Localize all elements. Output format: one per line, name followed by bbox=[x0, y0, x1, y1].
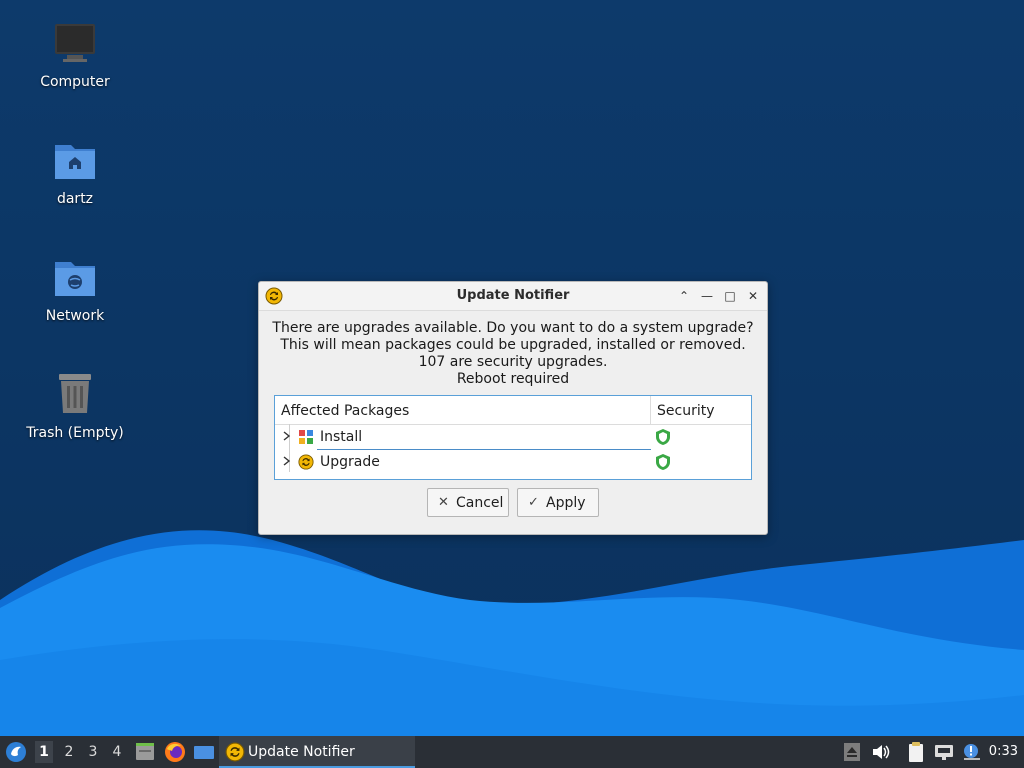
checkmark-icon: ✓ bbox=[528, 495, 539, 510]
update-notifier-dialog: Update Notifier ⌃ — □ ✕ There are upgrad… bbox=[258, 281, 768, 535]
clipboard-icon[interactable] bbox=[906, 741, 926, 763]
firefox-icon[interactable] bbox=[164, 741, 186, 763]
keep-above-button[interactable]: ⌃ bbox=[676, 288, 692, 304]
column-header-security[interactable]: Security bbox=[657, 403, 715, 419]
cancel-button[interactable]: ✕ Cancel bbox=[427, 488, 509, 517]
trash-icon bbox=[51, 371, 99, 419]
desktop-icon-label: Network bbox=[45, 308, 105, 324]
workspace-1[interactable]: 1 bbox=[35, 741, 53, 763]
network-wired-icon[interactable] bbox=[933, 742, 955, 762]
computer-icon bbox=[51, 20, 99, 68]
update-notifier-icon bbox=[225, 742, 245, 762]
clock[interactable]: 0:33 bbox=[989, 744, 1018, 759]
desktop-icon-label: Trash (Empty) bbox=[26, 425, 124, 441]
tree-row-install[interactable]: Install bbox=[275, 425, 751, 450]
desktop-icon-home[interactable]: dartz bbox=[10, 137, 140, 207]
cancel-label: Cancel bbox=[456, 495, 504, 511]
workspace-4[interactable]: 4 bbox=[109, 744, 125, 760]
network-folder-icon bbox=[51, 254, 99, 302]
tree-header: Affected Packages Security bbox=[275, 396, 751, 425]
row-label: Install bbox=[320, 429, 363, 445]
shield-icon bbox=[656, 454, 670, 470]
message-line: Reboot required bbox=[456, 371, 570, 387]
affected-packages-tree[interactable]: Affected Packages Security Install Upgra… bbox=[274, 395, 752, 480]
show-desktop-icon[interactable] bbox=[193, 741, 215, 763]
minimize-button[interactable]: — bbox=[699, 288, 715, 304]
cancel-icon: ✕ bbox=[438, 495, 449, 510]
chevron-right-icon[interactable] bbox=[281, 429, 293, 443]
chevron-right-icon[interactable] bbox=[281, 454, 293, 468]
maximize-button[interactable]: □ bbox=[722, 288, 738, 304]
notification-icon[interactable] bbox=[961, 741, 983, 763]
apply-button[interactable]: ✓ Apply bbox=[517, 488, 599, 517]
apply-label: Apply bbox=[546, 495, 586, 511]
shield-icon bbox=[656, 429, 670, 445]
desktop-icon-label: Computer bbox=[40, 74, 110, 90]
volume-icon[interactable] bbox=[871, 743, 891, 761]
taskbar: 1 2 3 4 Update Notifier 0:33 bbox=[0, 736, 1024, 768]
home-folder-icon bbox=[51, 137, 99, 185]
task-label: Update Notifier bbox=[248, 744, 355, 760]
row-label: Upgrade bbox=[320, 454, 380, 470]
file-manager-icon[interactable] bbox=[134, 741, 156, 763]
desktop-icon-computer[interactable]: Computer bbox=[10, 20, 140, 90]
start-menu-icon[interactable] bbox=[5, 741, 27, 763]
dialog-message: There are upgrades available. Do you wan… bbox=[259, 320, 767, 388]
install-package-icon bbox=[299, 430, 313, 444]
message-line: This will mean packages could be upgrade… bbox=[280, 337, 746, 353]
close-button[interactable]: ✕ bbox=[745, 288, 761, 304]
taskbar-task-update-notifier[interactable]: Update Notifier bbox=[219, 736, 415, 768]
message-line: 107 are security upgrades. bbox=[418, 354, 608, 370]
desktop-icon-label: dartz bbox=[56, 191, 94, 207]
column-header-packages[interactable]: Affected Packages bbox=[281, 403, 409, 419]
workspace-3[interactable]: 3 bbox=[85, 744, 101, 760]
workspace-2[interactable]: 2 bbox=[61, 744, 77, 760]
message-line: There are upgrades available. Do you wan… bbox=[272, 320, 754, 336]
upgrade-package-icon bbox=[298, 454, 314, 470]
dialog-titlebar[interactable]: Update Notifier ⌃ — □ ✕ bbox=[259, 282, 767, 311]
column-divider bbox=[650, 396, 651, 424]
tree-row-upgrade[interactable]: Upgrade bbox=[275, 450, 751, 474]
desktop-icon-network[interactable]: Network bbox=[10, 254, 140, 324]
eject-icon[interactable] bbox=[843, 742, 861, 762]
desktop-icon-trash[interactable]: Trash (Empty) bbox=[10, 371, 140, 441]
